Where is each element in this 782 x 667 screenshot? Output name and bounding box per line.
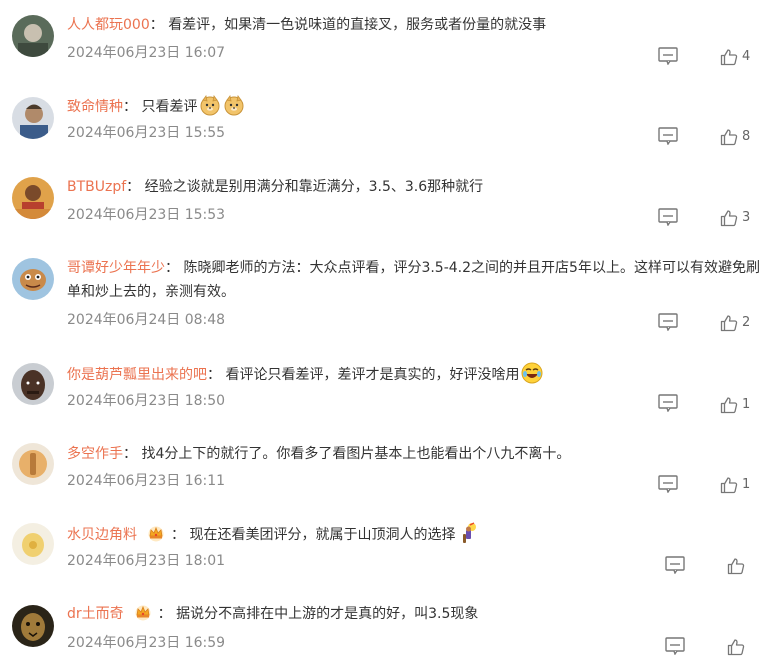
like-count: 8 bbox=[742, 129, 751, 144]
like-button[interactable]: 1 bbox=[720, 474, 750, 494]
thumbs-up-icon bbox=[720, 476, 738, 493]
laugh-cry-emoji-icon bbox=[521, 362, 543, 384]
reply-icon[interactable] bbox=[658, 394, 678, 413]
comment-text: 经验之谈就是别用满分和靠近满分，3.5、3.6那种就行 bbox=[144, 179, 484, 195]
reply-icon[interactable] bbox=[658, 208, 678, 227]
avatar[interactable] bbox=[12, 605, 54, 647]
like-button[interactable]: 8 bbox=[720, 126, 750, 146]
like-button[interactable] bbox=[727, 555, 749, 575]
reply-icon[interactable] bbox=[658, 47, 678, 66]
crown-badge-icon bbox=[147, 524, 165, 542]
doge-emoji-icon bbox=[199, 94, 221, 116]
comment-item: 致命情种： 只看差评 2024年06月23日 15:55 8 bbox=[0, 80, 782, 162]
thumbs-up-icon bbox=[720, 128, 738, 145]
comment-date: 2024年06月23日 18:01 bbox=[67, 553, 226, 569]
comment-item: dr土而奇 ： 据说分不高排在中上游的才是真的好，叫3.5现象 2024年06月2… bbox=[0, 592, 782, 667]
reply-icon[interactable] bbox=[665, 556, 685, 575]
caveman-emoji-icon bbox=[457, 522, 479, 544]
comment-line: 哥谭好少年年少： 陈晓卿老师的方法：大众点评看，评分3.5-4.2之间的并且开店… bbox=[67, 256, 767, 304]
thumbs-up-icon bbox=[727, 557, 745, 574]
colon-separator: ： bbox=[126, 179, 145, 195]
comment-text: 看差评，如果清一色说味道的直接叉，服务或者份量的就没事 bbox=[168, 17, 547, 33]
doge-emoji-icon bbox=[223, 94, 245, 116]
comment-line: dr土而奇 ： 据说分不高排在中上游的才是真的好，叫3.5现象 bbox=[67, 602, 478, 626]
avatar[interactable] bbox=[12, 177, 54, 219]
thumbs-up-icon bbox=[720, 396, 738, 413]
comment-item: BTBUzpf： 经验之谈就是别用满分和靠近满分，3.5、3.6那种就行 202… bbox=[0, 162, 782, 244]
comment-date: 2024年06月23日 16:11 bbox=[67, 473, 226, 489]
avatar[interactable] bbox=[12, 15, 54, 57]
comment-date: 2024年06月24日 08:48 bbox=[67, 312, 226, 328]
like-count: 1 bbox=[742, 477, 751, 492]
colon-separator: ： bbox=[123, 446, 142, 462]
reply-icon[interactable] bbox=[658, 475, 678, 494]
like-button[interactable]: 3 bbox=[720, 207, 750, 227]
comment-item: 人人都玩000： 看差评，如果清一色说味道的直接叉，服务或者份量的就没事 202… bbox=[0, 0, 782, 80]
colon-separator: ： bbox=[149, 17, 169, 33]
avatar[interactable] bbox=[12, 443, 54, 485]
colon-separator: ： bbox=[165, 260, 184, 276]
like-button[interactable]: 4 bbox=[720, 46, 750, 66]
like-button[interactable]: 2 bbox=[720, 312, 750, 332]
username-link[interactable]: 水贝边角料 bbox=[67, 527, 137, 543]
username-link[interactable]: 人人都玩000 bbox=[67, 17, 150, 33]
comment-date: 2024年06月23日 18:50 bbox=[67, 393, 226, 409]
username-link[interactable]: 致命情种 bbox=[67, 99, 123, 115]
comment-text: 现在还看美团评分，就属于山顶洞人的选择 bbox=[189, 527, 456, 543]
thumbs-up-icon bbox=[720, 314, 738, 331]
like-count: 4 bbox=[742, 49, 751, 64]
avatar[interactable] bbox=[12, 97, 54, 139]
username-link[interactable]: BTBUzpf bbox=[67, 179, 126, 195]
comment-line: 水贝边角料 ： 现在还看美团评分，就属于山顶洞人的选择 bbox=[67, 522, 479, 547]
like-button[interactable] bbox=[727, 636, 749, 656]
colon-separator: ： bbox=[207, 367, 226, 383]
comment-item: 多空作手： 找4分上下的就行了。你看多了看图片基本上也能看出个八九不离十。 20… bbox=[0, 430, 782, 510]
comment-text: 只看差评 bbox=[141, 99, 198, 115]
username-link[interactable]: 哥谭好少年年少 bbox=[67, 260, 165, 276]
comment-line: 多空作手： 找4分上下的就行了。你看多了看图片基本上也能看出个八九不离十。 bbox=[67, 442, 570, 466]
username-link[interactable]: 多空作手 bbox=[67, 446, 123, 462]
colon-separator: ： bbox=[171, 527, 190, 543]
comment-date: 2024年06月23日 16:59 bbox=[67, 635, 226, 651]
comment-date: 2024年06月23日 16:07 bbox=[67, 45, 226, 61]
like-button[interactable]: 1 bbox=[720, 394, 750, 414]
comment-line: BTBUzpf： 经验之谈就是别用满分和靠近满分，3.5、3.6那种就行 bbox=[67, 175, 483, 199]
like-count: 2 bbox=[742, 315, 751, 330]
reply-icon[interactable] bbox=[665, 637, 685, 656]
avatar[interactable] bbox=[12, 258, 54, 300]
username-link[interactable]: dr土而奇 bbox=[67, 606, 124, 622]
comment-line: 致命情种： 只看差评 bbox=[67, 94, 245, 119]
comment-item: 哥谭好少年年少： 陈晓卿老师的方法：大众点评看，评分3.5-4.2之间的并且开店… bbox=[0, 244, 782, 350]
comment-line: 你是葫芦瓢里出来的吧： 看评论只看差评，差评才是真实的，好评没啥用 bbox=[67, 362, 543, 387]
comment-text: 据说分不高排在中上游的才是真的好，叫3.5现象 bbox=[176, 606, 479, 622]
thumbs-up-icon bbox=[727, 638, 745, 655]
comment-date: 2024年06月23日 15:53 bbox=[67, 207, 226, 223]
comment-item: 你是葫芦瓢里出来的吧： 看评论只看差评，差评才是真实的，好评没啥用 2024年0… bbox=[0, 350, 782, 430]
comment-text: 找4分上下的就行了。你看多了看图片基本上也能看出个八九不离十。 bbox=[141, 446, 571, 462]
avatar[interactable] bbox=[12, 523, 54, 565]
like-count: 1 bbox=[742, 397, 751, 412]
reply-icon[interactable] bbox=[658, 127, 678, 146]
comment-item: 水贝边角料 ： 现在还看美团评分，就属于山顶洞人的选择 2024年06月23日 1… bbox=[0, 510, 782, 592]
comment-text: 看评论只看差评，差评才是真实的，好评没啥用 bbox=[225, 367, 520, 383]
avatar[interactable] bbox=[12, 363, 54, 405]
colon-separator: ： bbox=[157, 606, 177, 622]
comment-date: 2024年06月23日 15:55 bbox=[67, 125, 226, 141]
thumbs-up-icon bbox=[720, 48, 738, 65]
crown-badge-icon bbox=[134, 603, 152, 621]
thumbs-up-icon bbox=[720, 209, 738, 226]
username-link[interactable]: 你是葫芦瓢里出来的吧 bbox=[67, 367, 207, 383]
like-count: 3 bbox=[742, 210, 751, 225]
colon-separator: ： bbox=[123, 99, 142, 115]
reply-icon[interactable] bbox=[658, 313, 678, 332]
comment-line: 人人都玩000： 看差评，如果清一色说味道的直接叉，服务或者份量的就没事 bbox=[67, 13, 546, 37]
